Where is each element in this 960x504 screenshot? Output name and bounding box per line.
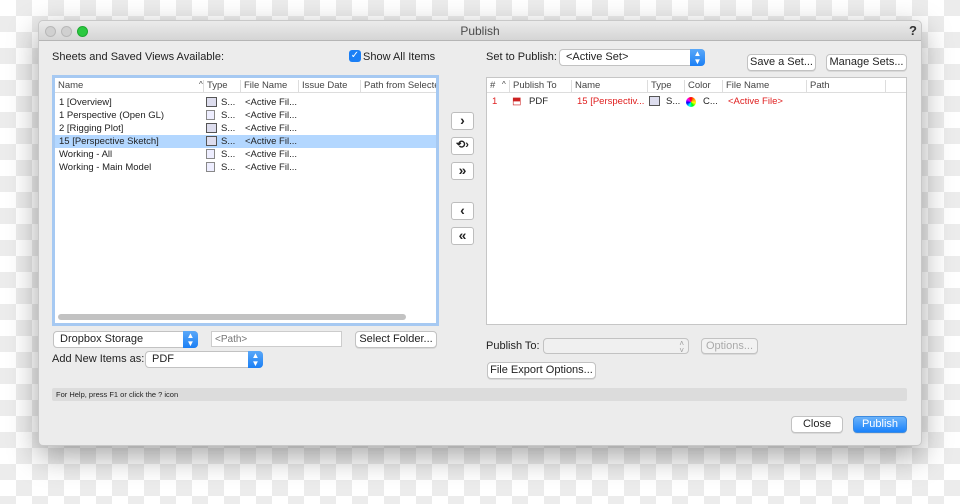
file-export-options-button[interactable]: File Export Options... bbox=[487, 362, 596, 379]
row-name: Working - Main Model bbox=[59, 162, 152, 173]
sheet-layer-icon bbox=[649, 96, 660, 107]
storage-select[interactable]: Dropbox Storage ▲ ▼ bbox=[53, 331, 198, 348]
title-bar: Publish ? bbox=[39, 21, 921, 41]
show-all-checkbox[interactable]: ✓ bbox=[349, 50, 361, 62]
col-file-name[interactable]: File Name bbox=[240, 80, 298, 92]
col-publish-to[interactable]: Publish To bbox=[509, 80, 571, 92]
row-file-name: <Active Fil... bbox=[245, 123, 297, 134]
add-new-items-label: Add New Items as: bbox=[52, 353, 145, 365]
saved-view-icon bbox=[206, 149, 215, 160]
row-color: C... bbox=[703, 96, 718, 107]
pdf-icon: ⬒ bbox=[512, 96, 522, 107]
remove-button[interactable]: ‹ bbox=[451, 202, 474, 220]
sort-ascending-icon[interactable]: ^ bbox=[499, 80, 509, 92]
row-name: 15 [Perspectiv... bbox=[577, 96, 645, 107]
row-file-name: <Active Fil... bbox=[245, 97, 297, 108]
row-name: 1 [Overview] bbox=[59, 97, 112, 108]
options-button[interactable]: Options... bbox=[701, 338, 758, 354]
col-name[interactable]: Name bbox=[55, 80, 195, 92]
table-row[interactable]: 1 [Overview] S... <Active Fil... bbox=[55, 96, 436, 109]
row-name: 1 Perspective (Open GL) bbox=[59, 110, 165, 121]
table-row[interactable]: 1 ⬒ PDF 15 [Perspectiv... S... C... <Act… bbox=[487, 95, 906, 108]
add-new-items-select[interactable]: PDF ▲ ▼ bbox=[145, 351, 263, 368]
sheet-layer-icon bbox=[206, 97, 217, 108]
sheet-layer-icon bbox=[206, 136, 217, 147]
publish-set-table[interactable]: # ^ Publish To Name Type Color File Name… bbox=[486, 77, 907, 325]
chevron-updown-icon: ˄ ˅ bbox=[679, 339, 684, 355]
publish-to-select[interactable]: ˄ ˅ bbox=[543, 338, 689, 355]
row-type: S... bbox=[221, 149, 236, 160]
row-file-name: <Active Fil... bbox=[245, 149, 297, 160]
table-header: # ^ Publish To Name Type Color File Name… bbox=[487, 78, 906, 93]
row-type: S... bbox=[221, 162, 236, 173]
col-color[interactable]: Color bbox=[684, 80, 722, 92]
chevron-updown-icon: ▲ ▼ bbox=[690, 49, 705, 66]
add-with-options-button[interactable]: ⟲› bbox=[451, 137, 474, 155]
path-input[interactable] bbox=[211, 331, 342, 347]
row-file-name: <Active File> bbox=[728, 96, 783, 107]
save-set-button[interactable]: Save a Set... bbox=[747, 54, 816, 71]
row-name: 2 [Rigging Plot] bbox=[59, 123, 124, 134]
set-value: <Active Set> bbox=[566, 51, 629, 63]
col-path[interactable]: Path from Selected bbox=[360, 80, 436, 92]
row-publish-to: PDF bbox=[529, 96, 548, 107]
saved-view-icon bbox=[206, 110, 215, 121]
color-wheel-icon bbox=[686, 97, 696, 107]
row-name: 15 [Perspective Sketch] bbox=[59, 136, 159, 147]
chevron-updown-icon: ▲ ▼ bbox=[248, 351, 263, 368]
publish-to-label: Publish To: bbox=[486, 340, 540, 352]
table-header: Name ^ Type File Name Issue Date Path fr… bbox=[55, 78, 436, 93]
row-file-name: <Active Fil... bbox=[245, 136, 297, 147]
manage-sets-button[interactable]: Manage Sets... bbox=[826, 54, 907, 71]
window-title: Publish bbox=[460, 24, 500, 38]
col-issue-date[interactable]: Issue Date bbox=[298, 80, 360, 92]
show-all-label: Show All Items bbox=[363, 51, 436, 63]
chevron-updown-icon: ▲ ▼ bbox=[183, 331, 198, 348]
set-to-publish-label: Set to Publish: bbox=[486, 51, 557, 63]
add-all-button[interactable]: » bbox=[451, 162, 474, 180]
set-to-publish-select[interactable]: <Active Set> ▲ ▼ bbox=[559, 49, 705, 66]
row-number: 1 bbox=[492, 96, 498, 107]
sheet-layer-icon bbox=[206, 123, 217, 134]
col-file-name[interactable]: File Name bbox=[722, 80, 806, 92]
row-type: S... bbox=[666, 96, 681, 107]
close-button[interactable]: Close bbox=[791, 416, 843, 433]
sheets-heading: Sheets and Saved Views Available: bbox=[52, 51, 225, 63]
table-row[interactable]: Working - All S... <Active Fil... bbox=[55, 148, 436, 161]
table-row[interactable]: 15 [Perspective Sketch] S... <Active Fil… bbox=[55, 135, 436, 148]
add-new-value: PDF bbox=[152, 353, 174, 365]
publish-button[interactable]: Publish bbox=[853, 416, 907, 433]
saved-view-icon bbox=[206, 162, 215, 173]
storage-value: Dropbox Storage bbox=[60, 333, 144, 345]
row-type: S... bbox=[221, 97, 236, 108]
status-bar: For Help, press F1 or click the ? icon bbox=[52, 388, 907, 401]
table-row[interactable]: 2 [Rigging Plot] S... <Active Fil... bbox=[55, 122, 436, 135]
available-items-table[interactable]: Name ^ Type File Name Issue Date Path fr… bbox=[52, 75, 439, 326]
table-row[interactable]: 1 Perspective (Open GL) S... <Active Fil… bbox=[55, 109, 436, 122]
add-button[interactable]: › bbox=[451, 112, 474, 130]
col-type[interactable]: Type bbox=[203, 80, 240, 92]
row-type: S... bbox=[221, 123, 236, 134]
row-name: Working - All bbox=[59, 149, 113, 160]
row-type: S... bbox=[221, 136, 236, 147]
horizontal-scrollbar[interactable] bbox=[58, 314, 406, 320]
table-row[interactable]: Working - Main Model S... <Active Fil... bbox=[55, 161, 436, 174]
col-path[interactable]: Path bbox=[806, 80, 886, 92]
col-name[interactable]: Name bbox=[571, 80, 647, 92]
help-icon[interactable]: ? bbox=[909, 23, 917, 38]
row-file-name: <Active Fil... bbox=[245, 162, 297, 173]
row-file-name: <Active Fil... bbox=[245, 110, 297, 121]
row-type: S... bbox=[221, 110, 236, 121]
col-type[interactable]: Type bbox=[647, 80, 684, 92]
remove-all-button[interactable]: « bbox=[451, 227, 474, 245]
select-folder-button[interactable]: Select Folder... bbox=[355, 331, 437, 348]
col-number[interactable]: # bbox=[487, 80, 499, 92]
